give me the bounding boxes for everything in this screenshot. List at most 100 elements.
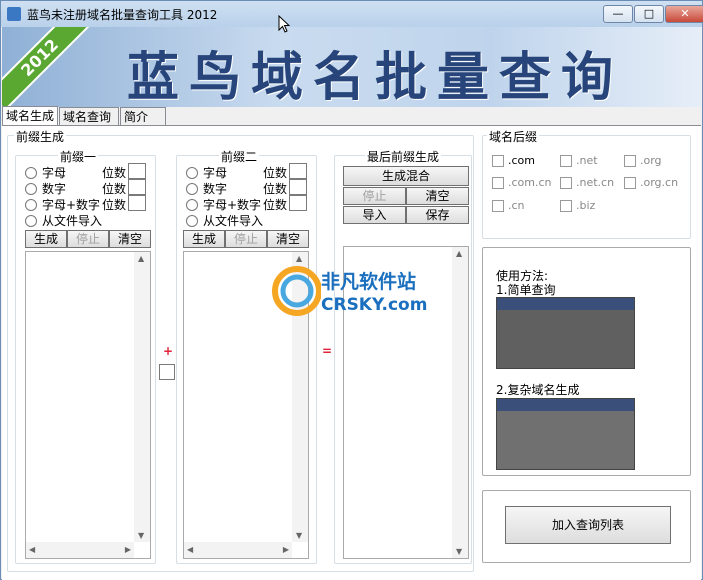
prefix2-generate-button[interactable]: 生成 <box>183 230 225 248</box>
prefix2-digits-label-3: 位数 <box>263 198 288 212</box>
save-button[interactable]: 保存 <box>406 206 469 224</box>
scroll-right-icon[interactable]: ▶ <box>125 545 131 554</box>
watermark-logo-icon <box>272 266 322 316</box>
banner-title: 蓝鸟域名批量查询 <box>127 47 624 107</box>
year-ribbon: 2012 <box>2 27 92 107</box>
close-button[interactable]: ✕ <box>665 5 703 23</box>
prefix2-number-radio[interactable] <box>186 183 198 195</box>
import-button[interactable]: 导入 <box>343 206 406 224</box>
suffix-comcn-checkbox[interactable] <box>492 177 504 189</box>
suffix-cn-label: .cn <box>508 199 525 212</box>
prefix1-digits-label-2: 位数 <box>102 182 127 196</box>
final-stop-button[interactable]: 停止 <box>343 187 406 205</box>
minimize-button[interactable]: — <box>603 5 633 23</box>
plus-sign: + <box>163 344 174 358</box>
help-image-1 <box>496 297 635 369</box>
prefix1-number-radio[interactable] <box>25 183 37 195</box>
prefix1-vscroll[interactable]: ▲ ▼ <box>134 252 150 542</box>
prefix2-hscroll[interactable]: ◀ ▶ <box>184 542 292 558</box>
prefix2-clear-button[interactable]: 清空 <box>267 230 309 248</box>
prefix2-file-radio[interactable] <box>186 215 198 227</box>
app-icon <box>7 7 21 21</box>
prefix1-stop-button[interactable]: 停止 <box>67 230 109 248</box>
scroll-down-icon[interactable]: ▼ <box>456 547 462 556</box>
scroll-up-icon[interactable]: ▲ <box>456 249 462 258</box>
scroll-down-icon[interactable]: ▼ <box>296 531 302 540</box>
suffix-cn-checkbox[interactable] <box>492 200 504 212</box>
prefix1-number-digits-input[interactable] <box>128 179 146 195</box>
suffix-biz-label: .biz <box>576 199 596 212</box>
app-banner: 2012 蓝鸟域名批量查询 <box>2 27 701 107</box>
suffix-org-checkbox[interactable] <box>624 155 636 167</box>
watermark-site: CRSKY.com <box>321 295 428 315</box>
window-title: 蓝鸟未注册域名批量查询工具 2012 <box>27 8 218 22</box>
final-clear-button[interactable]: 清空 <box>406 187 469 205</box>
prefix1-letter-digits-input[interactable] <box>128 163 146 179</box>
suffix-com-checkbox[interactable] <box>492 155 504 167</box>
equals-sign: = <box>322 344 333 358</box>
suffix-biz-checkbox[interactable] <box>560 200 572 212</box>
suffix-orgcn-label: .org.cn <box>640 176 679 189</box>
final-prefix-group: 最后前缀生成 生成混合 停止 清空 导入 保存 ▲ ▼ <box>334 148 472 564</box>
prefix2-stop-button[interactable]: 停止 <box>225 230 267 248</box>
plus-checkbox[interactable] <box>159 364 175 380</box>
prefix1-letter-label: 字母 <box>42 166 67 180</box>
suffix-group: 域名后缀 .com .net .org .com.cn .net.cn .org… <box>482 128 691 239</box>
prefix1-number-label: 数字 <box>42 182 67 196</box>
final-prefix-label: 最后前缀生成 <box>365 148 442 165</box>
add-panel: 加入查询列表 <box>482 490 691 563</box>
prefix1-list[interactable]: ▲ ▼ ◀ ▶ <box>25 251 151 559</box>
scroll-left-icon[interactable]: ◀ <box>29 545 35 554</box>
prefix2-group: 前缀二 字母 位数 数字 位数 字母+数字 位数 从文件导入 生成 停止 清空 <box>176 148 317 564</box>
prefix2-label: 前缀二 <box>219 148 260 165</box>
tab-domain-generate[interactable]: 域名生成 <box>2 106 58 126</box>
scroll-left-icon[interactable]: ◀ <box>187 545 193 554</box>
prefix1-alnum-digits-input[interactable] <box>128 195 146 211</box>
suffix-net-checkbox[interactable] <box>560 155 572 167</box>
prefix2-file-label: 从文件导入 <box>203 214 264 228</box>
prefix1-group: 前缀一 字母 位数 数字 位数 字母+数字 位数 从文件导入 生成 停止 清空 <box>15 148 156 564</box>
add-to-query-list-button[interactable]: 加入查询列表 <box>505 506 671 544</box>
suffix-org-label: .org <box>640 154 662 167</box>
prefix2-letter-radio[interactable] <box>186 167 198 179</box>
prefix1-clear-button[interactable]: 清空 <box>109 230 151 248</box>
prefix2-digits-label-1: 位数 <box>263 166 288 180</box>
title-bar: 蓝鸟未注册域名批量查询工具 2012 — □ ✕ <box>1 1 703 27</box>
scroll-up-icon[interactable]: ▲ <box>138 254 144 263</box>
prefix1-label: 前缀一 <box>58 148 99 165</box>
prefix2-alnum-radio[interactable] <box>186 199 198 211</box>
prefix2-letter-label: 字母 <box>203 166 228 180</box>
suffix-netcn-checkbox[interactable] <box>560 177 572 189</box>
suffix-orgcn-checkbox[interactable] <box>624 177 636 189</box>
prefix1-digits-label-3: 位数 <box>102 198 127 212</box>
prefix1-file-radio[interactable] <box>25 215 37 227</box>
prefix1-alnum-radio[interactable] <box>25 199 37 211</box>
prefix1-alnum-label: 字母+数字 <box>42 198 101 212</box>
prefix2-alnum-digits-input[interactable] <box>289 195 307 211</box>
scroll-up-icon[interactable]: ▲ <box>296 254 302 263</box>
suffix-group-label: 域名后缀 <box>487 128 540 145</box>
help-step2: 2.复杂域名生成 <box>496 383 580 397</box>
prefix1-generate-button[interactable]: 生成 <box>25 230 67 248</box>
main-window: 蓝鸟未注册域名批量查询工具 2012 — □ ✕ 2012 蓝鸟域名批量查询 域… <box>0 0 703 580</box>
generate-mix-button[interactable]: 生成混合 <box>343 166 469 186</box>
prefix-generate-group: 前缀生成 前缀一 字母 位数 数字 位数 字母+数字 位数 从文件导入 生成 停… <box>7 128 474 572</box>
prefix1-letter-radio[interactable] <box>25 167 37 179</box>
prefix1-digits-label-1: 位数 <box>102 166 127 180</box>
scroll-right-icon[interactable]: ▶ <box>283 545 289 554</box>
tab-domain-query[interactable]: 域名查询 <box>59 107 119 125</box>
suffix-netcn-label: .net.cn <box>576 176 615 189</box>
tab-intro[interactable]: 简介 <box>120 107 166 125</box>
prefix1-file-label: 从文件导入 <box>42 214 103 228</box>
help-step1: 1.简单查询 <box>496 283 556 297</box>
prefix1-hscroll[interactable]: ◀ ▶ <box>26 542 134 558</box>
mouse-cursor-icon <box>278 15 290 33</box>
scroll-down-icon[interactable]: ▼ <box>138 531 144 540</box>
final-vscroll[interactable]: ▲ ▼ <box>452 247 468 558</box>
help-image-2 <box>496 398 635 470</box>
help-panel: 使用方法: 1.简单查询 2.复杂域名生成 <box>482 247 691 476</box>
prefix2-letter-digits-input[interactable] <box>289 163 307 179</box>
maximize-button[interactable]: □ <box>634 5 664 23</box>
prefix2-number-digits-input[interactable] <box>289 179 307 195</box>
prefix2-alnum-label: 字母+数字 <box>203 198 262 212</box>
